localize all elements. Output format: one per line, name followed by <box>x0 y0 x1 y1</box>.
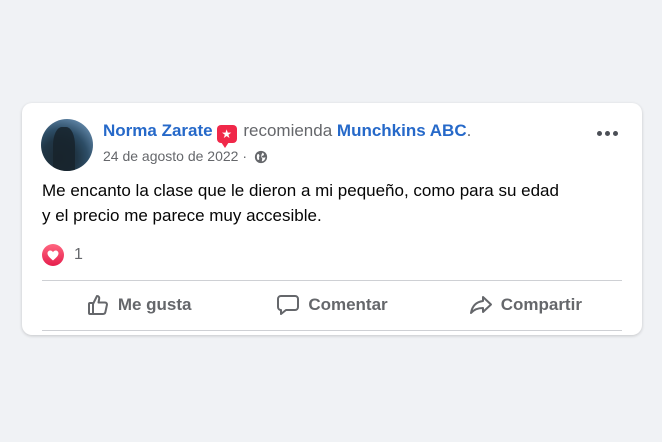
recommendation-star-icon: ★ <box>216 125 237 148</box>
heart-icon <box>42 244 64 266</box>
header-period: . <box>466 121 472 140</box>
post-meta: 24 de agosto de 2022 · <box>103 147 268 168</box>
avatar[interactable] <box>41 119 93 171</box>
action-bar: Me gusta Comentar Compartir <box>42 284 622 326</box>
divider-top <box>42 280 622 281</box>
post-header: Norma Zarate ★ recomienda Munchkins ABC. <box>103 120 472 148</box>
share-button[interactable]: Compartir <box>429 284 622 326</box>
comment-icon <box>276 293 300 317</box>
like-button[interactable]: Me gusta <box>42 284 235 326</box>
reaction-count: 1 <box>74 246 83 263</box>
page-name-link[interactable]: Munchkins ABC <box>337 121 467 140</box>
share-label: Compartir <box>500 295 582 314</box>
divider-bottom <box>42 330 622 331</box>
thumbs-up-icon <box>86 293 110 317</box>
share-arrow-icon <box>469 293 493 317</box>
recommend-verb: recomienda <box>243 121 333 140</box>
author-name[interactable]: Norma Zarate <box>103 121 213 140</box>
like-label: Me gusta <box>117 295 192 314</box>
meta-separator: · <box>242 148 248 164</box>
post-text: Me encanto la clase que le dieron a mi p… <box>42 181 559 225</box>
more-options-icon[interactable] <box>597 131 618 136</box>
post-date[interactable]: 24 de agosto de 2022 <box>103 148 238 164</box>
comment-button[interactable]: Comentar <box>235 284 428 326</box>
review-card: Norma Zarate ★ recomienda Munchkins ABC. … <box>22 103 642 335</box>
reaction-summary[interactable]: 1 <box>42 244 83 266</box>
comment-label: Comentar <box>308 295 388 314</box>
globe-icon[interactable] <box>254 150 268 168</box>
